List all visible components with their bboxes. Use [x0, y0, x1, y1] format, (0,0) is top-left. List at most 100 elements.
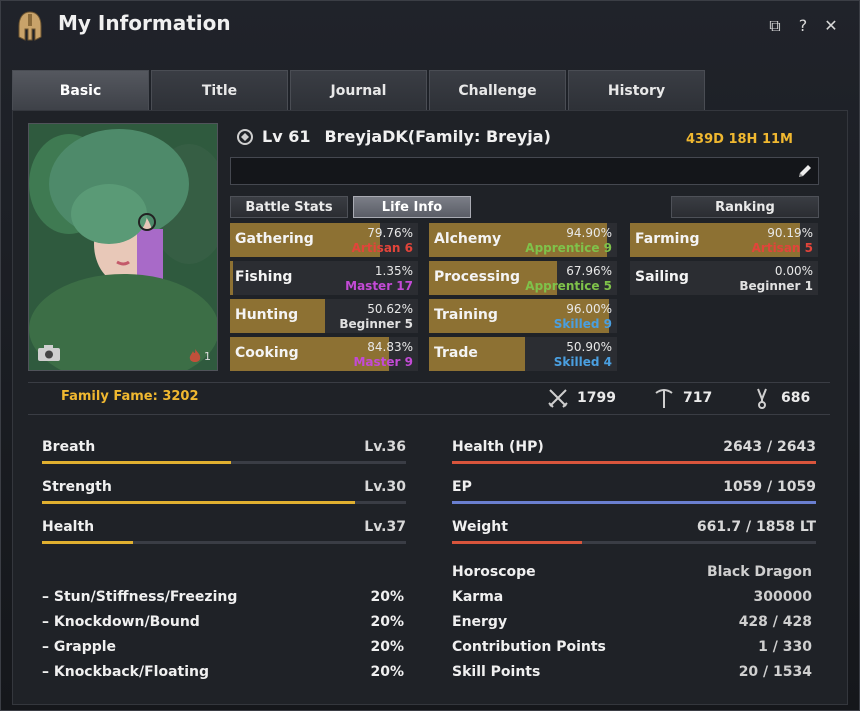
character-portrait[interactable]: 1 [28, 123, 218, 371]
strength-label: Strength [42, 479, 112, 495]
life-skill-name: Processing [434, 269, 521, 285]
breath-stat: Breath Lv.36 [42, 439, 406, 465]
camera-icon[interactable] [37, 344, 61, 362]
skill-fame-value: 686 [781, 390, 811, 406]
ep-bar [452, 501, 816, 504]
window-mode-icon[interactable]: ⧉ [767, 17, 783, 35]
tab-basic[interactable]: Basic [12, 70, 149, 110]
guild-emblem-icon [237, 128, 253, 145]
resistance-value: 20% [370, 664, 404, 680]
family-fame: Family Fame: 3202 [61, 389, 199, 404]
life-skill-percent: 50.62% [367, 302, 413, 316]
life-skill-trade[interactable]: Trade 50.90% Skilled 4 [429, 337, 617, 371]
life-skill-percent: 94.90% [566, 226, 612, 240]
skill-fame: 686 [751, 387, 810, 409]
life-skill-alchemy[interactable]: Alchemy 94.90% Apprentice 9 [429, 223, 617, 257]
life-skill-rank: Artisan 6 [351, 241, 413, 255]
life-skill-percent: 96.00% [566, 302, 612, 316]
life-fame: 717 [653, 387, 712, 409]
life-skill-rank: Master 9 [353, 355, 413, 369]
resistance-row: – Knockdown/Bound 20% [42, 614, 404, 634]
pickaxe-icon [655, 389, 673, 408]
info-row: Karma 300000 [452, 589, 812, 609]
tongs-icon [757, 388, 767, 409]
tab-history[interactable]: History [568, 70, 705, 110]
tab-title[interactable]: Title [151, 70, 288, 110]
info-value: Black Dragon [707, 564, 812, 580]
health-level: Lv.37 [364, 519, 406, 535]
life-skill-name: Farming [635, 231, 700, 247]
resistance-value: 20% [370, 614, 404, 630]
divider [28, 382, 830, 383]
life-skill-percent: 50.90% [566, 340, 612, 354]
resistance-value: 20% [370, 639, 404, 655]
info-row: Energy 428 / 428 [452, 614, 812, 634]
life-skill-name: Fishing [235, 269, 293, 285]
playtime: 439D 18H 11M [686, 132, 793, 147]
motto-field[interactable] [230, 157, 819, 185]
strength-level: Lv.30 [364, 479, 406, 495]
life-skill-training[interactable]: Training 96.00% Skilled 9 [429, 299, 617, 333]
life-fame-value: 717 [683, 390, 713, 406]
info-value: 20 / 1534 [738, 664, 812, 680]
portrait-counter: 1 [188, 348, 211, 364]
life-info-button[interactable]: Life Info [353, 196, 471, 218]
weight-label: Weight [452, 519, 508, 535]
title-bar[interactable]: My Information ⧉ ? ✕ [1, 1, 859, 51]
life-skill-farming[interactable]: Farming 90.19% Artisan 5 [630, 223, 818, 257]
life-skill-percent: 79.76% [367, 226, 413, 240]
hp-bar [452, 461, 816, 464]
life-skill-name: Trade [434, 345, 478, 361]
weight-value: 661.7 / 1858 LT [696, 519, 816, 535]
breath-level: Lv.36 [364, 439, 406, 455]
character-header: Lv 61 BreyjaDK(Family: Breyja) [236, 127, 551, 146]
ranking-button[interactable]: Ranking [671, 196, 819, 218]
info-value: 428 / 428 [738, 614, 812, 630]
ep-label: EP [452, 479, 472, 495]
health-stat: Health Lv.37 [42, 519, 406, 545]
help-icon[interactable]: ? [795, 17, 811, 35]
life-skill-name: Sailing [635, 269, 689, 285]
breath-bar [42, 461, 406, 464]
life-skill-rank: Skilled 9 [553, 317, 612, 331]
pencil-icon[interactable] [796, 162, 814, 180]
life-skill-percent: 0.00% [774, 264, 813, 278]
life-skill-name: Hunting [235, 307, 299, 323]
life-skill-percent: 1.35% [374, 264, 413, 278]
combat-fame-value: 1799 [577, 390, 616, 406]
portrait-image [29, 124, 217, 370]
life-skill-rank: Apprentice 9 [525, 241, 612, 255]
life-skill-sailing[interactable]: Sailing 0.00% Beginner 1 [630, 261, 818, 295]
info-label: Energy [452, 614, 508, 630]
life-skill-name: Cooking [235, 345, 299, 361]
life-skill-name: Training [434, 307, 498, 323]
info-value: 1 / 330 [758, 639, 812, 655]
life-skill-hunting[interactable]: Hunting 50.62% Beginner 5 [230, 299, 418, 333]
life-skill-rank: Master 17 [345, 279, 413, 293]
character-level: Lv 61 [262, 127, 311, 146]
tab-bar: Basic Title Journal Challenge History [12, 70, 705, 110]
breath-label: Breath [42, 439, 96, 455]
life-skill-cooking[interactable]: Cooking 84.83% Master 9 [230, 337, 418, 371]
battle-stats-button[interactable]: Battle Stats [230, 196, 348, 218]
resistance-row: – Knockback/Floating 20% [42, 664, 404, 684]
life-skill-rank: Beginner 1 [739, 279, 813, 293]
life-skill-gathering[interactable]: Gathering 79.76% Artisan 6 [230, 223, 418, 257]
resistance-label: – Knockback/Floating [42, 664, 210, 680]
tab-journal[interactable]: Journal [290, 70, 427, 110]
info-row: Skill Points 20 / 1534 [452, 664, 812, 684]
life-skill-percent: 84.83% [367, 340, 413, 354]
life-skill-fishing[interactable]: Fishing 1.35% Master 17 [230, 261, 418, 295]
crossed-swords-icon [548, 389, 568, 408]
helmet-icon [18, 11, 42, 41]
life-skill-rank: Artisan 5 [751, 241, 813, 255]
life-skill-processing[interactable]: Processing 67.96% Apprentice 5 [429, 261, 617, 295]
health-label: Health [42, 519, 95, 535]
tab-challenge[interactable]: Challenge [429, 70, 566, 110]
divider [28, 414, 830, 415]
window-title: My Information [58, 11, 231, 35]
life-skill-percent: 90.19% [767, 226, 813, 240]
life-skill-rank: Apprentice 5 [525, 279, 612, 293]
close-icon[interactable]: ✕ [823, 17, 839, 35]
weight-stat: Weight 661.7 / 1858 LT [452, 519, 816, 545]
